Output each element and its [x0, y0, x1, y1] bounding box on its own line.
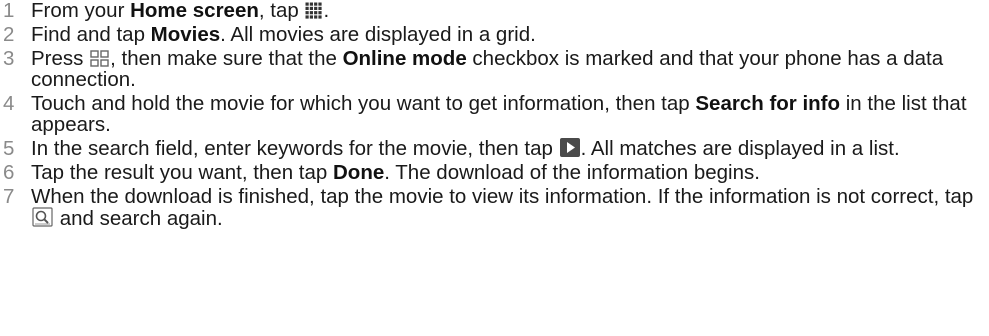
ui-element-name: Movies	[150, 23, 221, 46]
step-item: 5 In the search field, enter keywords for…	[0, 138, 989, 159]
step-text-segment: Find and tap	[31, 23, 151, 46]
step-text: Press , then make sure that the Online m…	[31, 48, 989, 90]
step-text-segment: From your	[31, 0, 131, 22]
step-text: In the search field, enter keywords for …	[31, 138, 989, 159]
step-text: When the download is finished, tap the m…	[31, 186, 989, 229]
step-text-segment: When the download is finished, tap the m…	[31, 185, 974, 208]
ui-element-name: Done	[333, 161, 385, 184]
step-number: 7	[3, 185, 15, 208]
ui-element-name: Home screen	[130, 0, 259, 22]
step-number: 4	[3, 92, 15, 115]
app-grid-icon	[305, 2, 323, 19]
step-text-segment: Tap the result you want, then tap	[31, 161, 333, 184]
step-item: 3 Press , then make sure that the Online …	[0, 48, 989, 90]
step-text: Find and tap Movies. All movies are disp…	[31, 24, 989, 45]
step-number: 1	[3, 0, 15, 22]
go-arrow-icon	[559, 138, 580, 157]
step-number: 6	[3, 161, 15, 184]
step-text-segment: , then make sure that the	[110, 47, 343, 70]
step-text-segment: .	[323, 0, 330, 22]
instruction-steps-list: 1 From your Home screen, tap . 2 Find and t…	[0, 0, 989, 229]
step-item: 7 When the download is finished, tap the …	[0, 186, 989, 229]
step-text-segment: Press	[31, 47, 90, 70]
step-text: Tap the result you want, then tap Done. …	[31, 162, 989, 183]
step-item: 4 Touch and hold the movie for which you …	[0, 93, 989, 135]
step-text-segment: In the search field, enter keywords for …	[31, 137, 559, 160]
step-text-segment: and search again.	[54, 207, 223, 230]
step-text: Touch and hold the movie for which you w…	[31, 93, 989, 135]
menu-icon	[90, 50, 109, 67]
step-number: 3	[3, 47, 15, 70]
step-number: 5	[3, 137, 15, 160]
step-text-segment: . All matches are displayed in a list.	[580, 137, 900, 160]
step-item: 1 From your Home screen, tap .	[0, 0, 989, 21]
step-text-segment: . The download of the information begins…	[384, 161, 760, 184]
step-text: From your Home screen, tap .	[31, 0, 989, 21]
step-item: 2 Find and tap Movies. All movies are dis…	[0, 24, 989, 45]
step-number: 2	[3, 23, 15, 46]
ui-element-name: Online mode	[342, 47, 467, 70]
step-text-segment: . All movies are displayed in a grid.	[220, 23, 536, 46]
step-text-segment: Touch and hold the movie for which you w…	[31, 92, 696, 115]
step-item: 6 Tap the result you want, then tap Done.…	[0, 162, 989, 183]
search-media-icon	[32, 207, 53, 227]
step-text-segment: , tap	[258, 0, 305, 22]
ui-element-name: Search for info	[695, 92, 841, 115]
